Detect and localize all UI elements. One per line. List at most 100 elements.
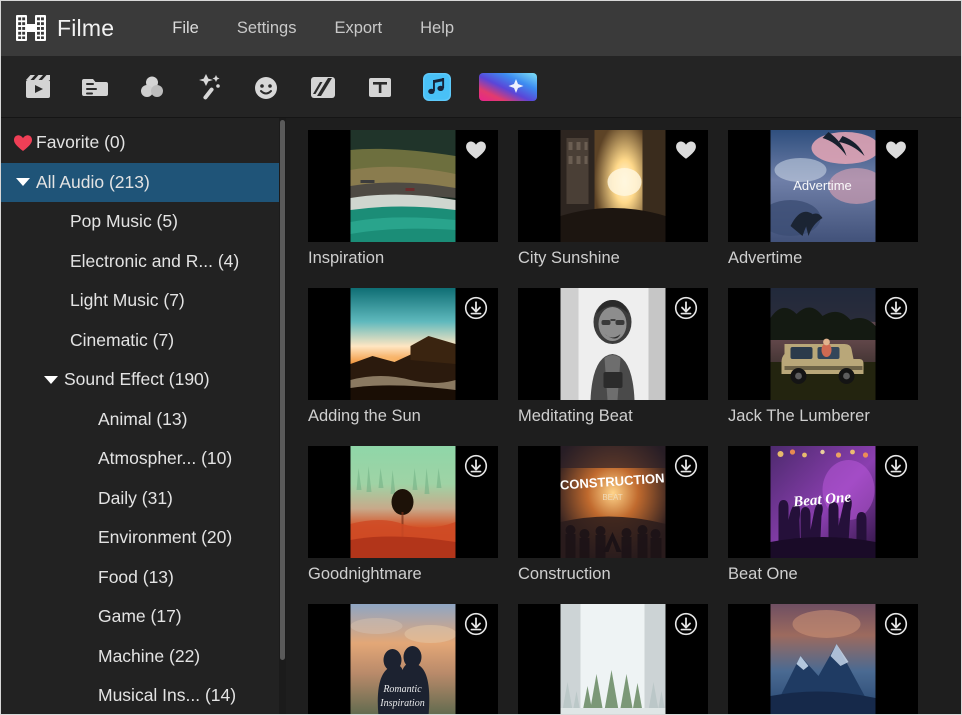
svg-text:BEAT: BEAT [602, 493, 622, 502]
audio-card-thumbnail[interactable] [308, 446, 498, 558]
download-icon[interactable] [674, 454, 698, 478]
audio-card-thumbnail[interactable]: Advertime [728, 130, 918, 242]
audio-card-thumbnail[interactable] [518, 288, 708, 400]
sidebar-item-electronic-and-r[interactable]: Electronic and R... (4) [0, 242, 286, 282]
title-bar: Filme File Settings Export Help [0, 0, 962, 56]
album-art: CONSTRUCTION BEAT [560, 446, 666, 558]
audio-card[interactable]: Meditating Beat [518, 288, 708, 426]
svg-text:Advertime: Advertime [793, 178, 852, 193]
chevron-down-icon[interactable] [10, 178, 36, 187]
tool-effects[interactable] [193, 71, 225, 103]
sidebar-item-label: Food (13) [98, 566, 174, 587]
audio-card-thumbnail[interactable]: CONSTRUCTION BEAT [518, 446, 708, 558]
audio-card-thumbnail[interactable] [518, 604, 708, 715]
audio-card-title: Jack The Lumberer [728, 407, 870, 425]
audio-card-thumbnail[interactable] [518, 130, 708, 242]
sidebar-item-environment[interactable]: Environment (20) [0, 518, 286, 558]
magic-wand-effects-icon [194, 72, 224, 102]
menu-bar: File Settings Export Help [170, 16, 456, 41]
audio-card-thumbnail[interactable]: Romantic Inspiration [308, 604, 498, 715]
audio-card[interactable]: City Sunshine [518, 130, 708, 268]
audio-card[interactable]: Inspiration [308, 130, 498, 268]
audio-card[interactable]: Advertime Advertime [728, 130, 918, 268]
download-icon[interactable] [884, 296, 908, 320]
sidebar-item-sound-effect[interactable]: Sound Effect (190) [0, 360, 286, 400]
audio-card-title: Adding the Sun [308, 407, 421, 425]
audio-card[interactable]: CONSTRUCTION BEAT Construction [518, 446, 708, 584]
sidebar-item-cinematic[interactable]: Cinematic (7) [0, 321, 286, 361]
sidebar-item-label: Animal (13) [98, 408, 188, 429]
sidebar-item-game[interactable]: Game (17) [0, 597, 286, 637]
audio-card-thumbnail[interactable] [308, 288, 498, 400]
smiley-sticker-icon [251, 72, 281, 102]
favorite-heart-icon[interactable] [674, 138, 698, 162]
audio-card-thumbnail[interactable] [308, 130, 498, 242]
sidebar-item-label: Game (17) [98, 606, 182, 627]
download-icon[interactable] [464, 296, 488, 320]
download-icon[interactable] [884, 612, 908, 636]
album-art: Advertime [770, 130, 876, 242]
sidebar-item-label: Favorite (0) [36, 132, 126, 153]
menu-file[interactable]: File [170, 16, 201, 41]
sidebar-item-pop-music[interactable]: Pop Music (5) [0, 202, 286, 242]
category-sidebar: Favorite (0) All Audio (213) Pop Music (… [0, 118, 286, 715]
sidebar-item-machine[interactable]: Machine (22) [0, 637, 286, 677]
sidebar-item-light-music[interactable]: Light Music (7) [0, 281, 286, 321]
tool-project[interactable] [79, 71, 111, 103]
sidebar-item-food[interactable]: Food (13) [0, 558, 286, 598]
tool-text[interactable] [364, 71, 396, 103]
sidebar-item-favorite[interactable]: Favorite (0) [0, 123, 286, 163]
main-body: Favorite (0) All Audio (213) Pop Music (… [0, 118, 962, 715]
audio-card[interactable]: Goodnightmare [308, 446, 498, 584]
audio-card-thumbnail[interactable] [728, 604, 918, 715]
favorite-heart-icon[interactable] [884, 138, 908, 162]
sidebar-item-label: Musical Ins... (14) [98, 685, 237, 706]
audio-card[interactable]: Jack The Lumberer [728, 288, 918, 426]
favorite-heart-icon[interactable] [464, 138, 488, 162]
audio-card[interactable]: Adding the Sun [308, 288, 498, 426]
audio-card-title: Meditating Beat [518, 407, 633, 425]
audio-card-title: Inspiration [308, 249, 385, 267]
sidebar-item-atmosphere[interactable]: Atmospher... (10) [0, 439, 286, 479]
audio-card-grid: Inspiration City Sunshine Advertime Adve… [308, 130, 962, 715]
app-title: Filme [57, 14, 115, 41]
audio-card[interactable]: Romantic Inspiration [308, 604, 498, 715]
gradient-sparkle-icon [478, 71, 538, 103]
sidebar-item-animal[interactable]: Animal (13) [0, 400, 286, 440]
sidebar-scrollbar[interactable] [279, 118, 286, 715]
download-icon[interactable] [674, 612, 698, 636]
download-icon[interactable] [674, 296, 698, 320]
filme-app-window: Filme File Settings Export Help Favorite… [0, 0, 962, 715]
chevron-down-icon[interactable] [38, 375, 64, 384]
audio-card[interactable] [518, 604, 708, 715]
menu-help[interactable]: Help [418, 16, 456, 41]
album-art [560, 288, 666, 400]
download-icon[interactable] [464, 454, 488, 478]
tool-audio[interactable] [421, 71, 453, 103]
menu-export[interactable]: Export [332, 16, 384, 41]
audio-card[interactable] [728, 604, 918, 715]
tool-media[interactable] [22, 71, 54, 103]
tool-transitions[interactable] [307, 71, 339, 103]
sidebar-item-label: Environment (20) [98, 527, 233, 548]
menu-settings[interactable]: Settings [235, 16, 299, 41]
sidebar-item-label: Pop Music (5) [70, 211, 178, 232]
audio-card-thumbnail[interactable] [728, 288, 918, 400]
film-strip-icon [16, 15, 46, 41]
download-icon[interactable] [884, 454, 908, 478]
sidebar-scrollbar-thumb[interactable] [280, 120, 285, 660]
tool-filters[interactable] [136, 71, 168, 103]
color-circles-icon [137, 72, 167, 102]
tool-overlays[interactable] [478, 71, 538, 103]
audio-card[interactable]: Beat One Beat One [728, 446, 918, 584]
album-art [770, 604, 876, 715]
album-art [560, 604, 666, 715]
album-art [770, 288, 876, 400]
sidebar-item-musical-instrument[interactable]: Musical Ins... (14) [0, 676, 286, 715]
sidebar-item-daily[interactable]: Daily (31) [0, 479, 286, 519]
sidebar-item-label: Cinematic (7) [70, 329, 175, 350]
tool-stickers[interactable] [250, 71, 282, 103]
sidebar-item-all-audio[interactable]: All Audio (213) [0, 162, 286, 202]
audio-card-thumbnail[interactable]: Beat One [728, 446, 918, 558]
download-icon[interactable] [464, 612, 488, 636]
